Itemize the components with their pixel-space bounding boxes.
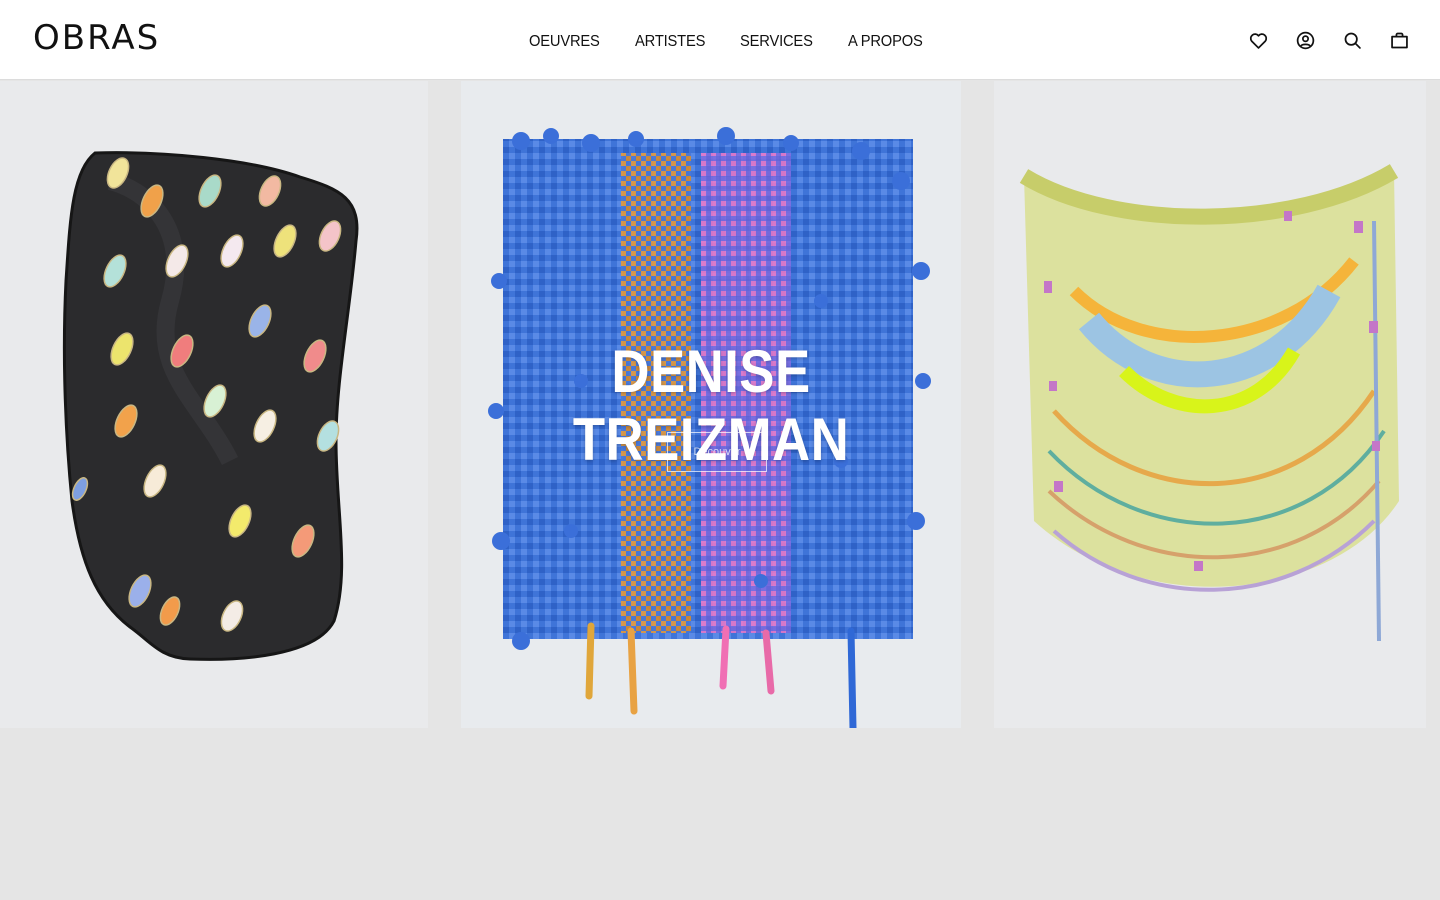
textile-hanging-artwork-image [994,81,1426,728]
nav-item-services[interactable]: SERVICES [740,32,813,52]
account-icon[interactable] [1295,30,1316,51]
nav-item-oeuvres[interactable]: OEUVRES [529,32,600,52]
nav-item-artistes[interactable]: ARTISTES [635,32,705,52]
ceramic-dots-artwork-image [0,81,428,728]
nav-item-a-propos[interactable]: A PROPOS [848,32,923,52]
obras-logo[interactable]: OBRAS [33,19,160,57]
discover-button[interactable]: Découvrir [667,432,767,472]
textile-hanging-artwork[interactable] [994,81,1426,728]
search-icon[interactable] [1342,30,1363,51]
heart-icon[interactable] [1248,30,1269,51]
site-header: OBRAS OEUVRES ARTISTES SERVICES A PROPOS [0,0,1440,80]
main-nav: OEUVRES ARTISTES SERVICES A PROPOS [529,32,929,52]
bag-icon[interactable] [1389,30,1410,51]
header-icons [1248,30,1410,51]
ceramic-dots-artwork[interactable] [0,81,428,728]
